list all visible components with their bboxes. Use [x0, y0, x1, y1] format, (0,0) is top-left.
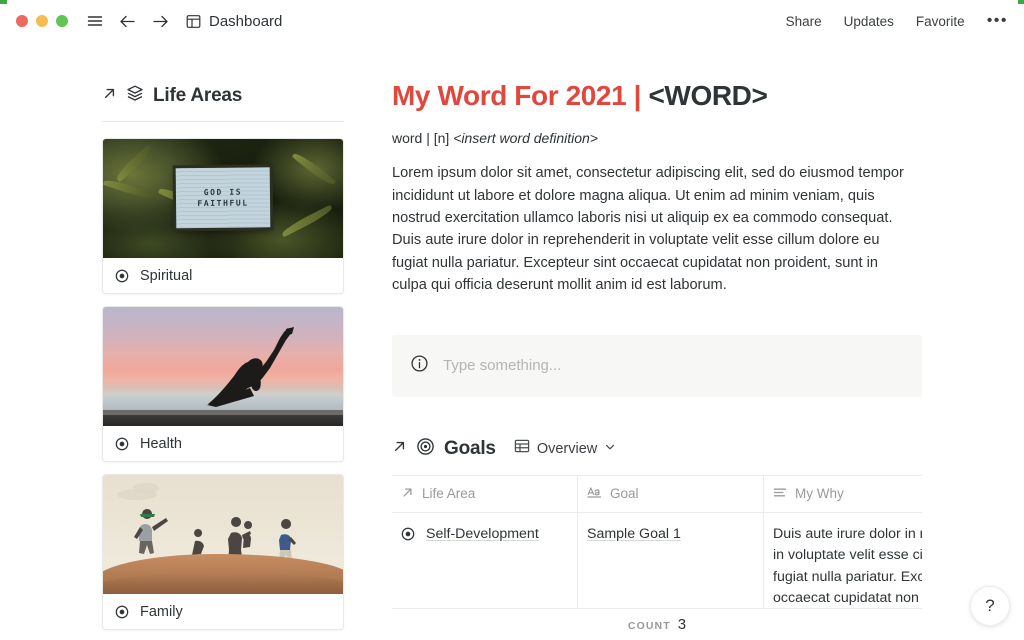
traffic-lights	[16, 15, 68, 27]
word-definition-prefix: word | [n]	[392, 130, 454, 147]
titlebar-actions: Share Updates Favorite •••	[786, 13, 1008, 29]
page-title-accent: My Word For 2021 |	[392, 80, 642, 111]
count-label: COUNT	[627, 620, 671, 632]
content-clip-mask	[922, 76, 1024, 640]
view-label: Overview	[536, 440, 598, 457]
life-area-card-spiritual[interactable]: GOD IS FAITHFUL Spiritual	[102, 138, 344, 294]
column-label: Goal	[610, 486, 639, 502]
life-area-value[interactable]: Self-Development	[426, 524, 539, 546]
arrow-up-right-icon[interactable]	[102, 86, 117, 106]
updates-button[interactable]: Updates	[844, 14, 894, 29]
layout-panel-icon	[186, 14, 201, 29]
life-areas-sidebar: Life Areas GOD IS FAITHFUL Spiritual Hea…	[102, 84, 344, 640]
relation-arrow-icon	[401, 486, 414, 502]
arrow-left-icon[interactable]	[118, 12, 137, 31]
card-cover-image	[103, 475, 343, 594]
column-header-life-area[interactable]: Life Area	[392, 475, 578, 513]
hamburger-icon[interactable]	[86, 12, 104, 30]
breadcrumb-label: Dashboard	[209, 12, 283, 30]
cell-goal[interactable]: Sample Goal 1	[578, 512, 764, 609]
card-label: Family	[140, 603, 183, 620]
target-icon	[416, 437, 435, 461]
column-header-goal[interactable]: Goal	[578, 475, 764, 513]
text-lines-icon	[773, 486, 787, 502]
body-paragraph: Lorem ipsum dolor sit amet, consectetur …	[392, 165, 904, 294]
life-area-card-health[interactable]: Health	[102, 306, 344, 462]
title-aa-icon	[587, 486, 602, 502]
letterboard-line-2: FAITHFUL	[197, 198, 249, 208]
view-selector[interactable]: Overview	[514, 438, 616, 459]
goals-title: Goals	[444, 437, 496, 459]
arrow-right-icon[interactable]	[151, 12, 170, 31]
page-circle-icon	[401, 527, 415, 549]
callout-block[interactable]: Type something...	[392, 334, 922, 397]
info-circle-icon	[410, 354, 429, 378]
page-circle-icon	[115, 437, 129, 451]
more-options-icon[interactable]: •••	[987, 13, 1008, 29]
titlebar: Dashboard Share Updates Favorite •••	[0, 0, 1024, 42]
close-window-button[interactable]	[16, 15, 28, 27]
share-button[interactable]: Share	[786, 14, 822, 29]
breadcrumb[interactable]: Dashboard	[186, 13, 282, 30]
arrow-up-right-icon[interactable]	[392, 439, 407, 459]
column-label: Life Area	[422, 486, 476, 502]
callout-placeholder[interactable]: Type something...	[443, 357, 561, 374]
card-label: Spiritual	[140, 267, 193, 284]
letterboard-line-1: GOD IS	[203, 187, 243, 197]
table-icon	[514, 438, 530, 459]
zoom-window-button[interactable]	[56, 15, 68, 27]
cell-life-area[interactable]: Self-Development	[392, 512, 578, 609]
life-areas-header: Life Areas	[102, 84, 344, 122]
help-button[interactable]: ?	[970, 586, 1010, 626]
page-title-word: <WORD>	[648, 80, 768, 111]
card-footer: Family	[103, 594, 343, 629]
card-cover-image	[103, 307, 343, 426]
chevron-down-icon[interactable]	[604, 440, 616, 458]
goal-value[interactable]: Sample Goal 1	[587, 526, 681, 542]
yoga-silhouette	[206, 327, 294, 408]
card-label: Health	[140, 435, 182, 452]
column-label: My Why	[795, 486, 844, 502]
word-definition-placeholder: <insert word definition>	[453, 130, 598, 147]
card-footer: Spiritual	[103, 258, 343, 293]
app-window: Dashboard Share Updates Favorite ••• Lif…	[0, 0, 1024, 640]
card-cover-image: GOD IS FAITHFUL	[103, 139, 343, 258]
page-circle-icon	[115, 605, 129, 619]
layers-icon	[126, 84, 144, 107]
life-areas-title: Life Areas	[153, 84, 243, 106]
count-value: 3	[677, 616, 687, 633]
favorite-button[interactable]: Favorite	[916, 14, 965, 29]
question-mark-icon: ?	[985, 596, 995, 615]
nav-controls	[86, 12, 170, 31]
table-count: COUNT 3	[392, 616, 922, 633]
minimize-window-button[interactable]	[36, 15, 48, 27]
letterboard: GOD IS FAITHFUL	[175, 166, 271, 228]
life-area-card-family[interactable]: Family	[102, 474, 344, 630]
page-circle-icon	[115, 269, 129, 283]
card-footer: Health	[103, 426, 343, 461]
